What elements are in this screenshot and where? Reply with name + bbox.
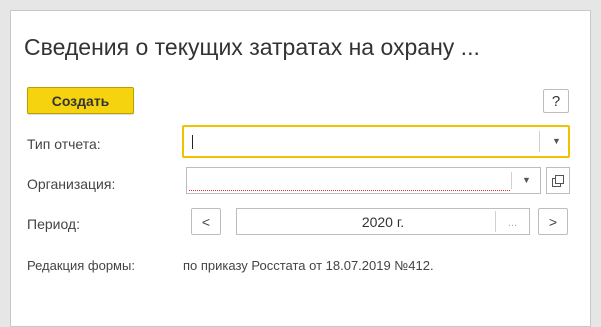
report-type-field[interactable]: ▼ bbox=[182, 125, 570, 158]
text-cursor bbox=[192, 135, 193, 149]
chevron-down-icon[interactable]: ▼ bbox=[552, 136, 561, 146]
edition-value: по приказу Росстата от 18.07.2019 №412. bbox=[183, 258, 434, 273]
open-button[interactable] bbox=[546, 167, 570, 194]
create-button[interactable]: Создать bbox=[27, 87, 134, 114]
field-separator bbox=[539, 131, 540, 152]
period-choose-button[interactable]: ... bbox=[495, 211, 529, 232]
organization-label: Организация: bbox=[27, 176, 116, 192]
field-separator bbox=[511, 172, 512, 189]
period-label: Период: bbox=[27, 216, 80, 232]
organization-field[interactable]: ▼ bbox=[186, 167, 541, 194]
period-next-button[interactable]: > bbox=[538, 208, 568, 235]
page-title: Сведения о текущих затратах на охрану ..… bbox=[24, 34, 480, 60]
edition-label: Редакция формы: bbox=[27, 258, 135, 273]
required-underline bbox=[189, 190, 510, 191]
chevron-down-icon[interactable]: ▼ bbox=[522, 175, 531, 185]
period-value: 2020 г. bbox=[361, 213, 405, 230]
period-field[interactable]: 2020 г. ... bbox=[236, 208, 530, 235]
open-icon bbox=[552, 174, 564, 187]
help-button[interactable]: ? bbox=[543, 89, 569, 113]
report-type-label: Тип отчета: bbox=[27, 136, 101, 152]
period-prev-button[interactable]: < bbox=[191, 208, 221, 235]
